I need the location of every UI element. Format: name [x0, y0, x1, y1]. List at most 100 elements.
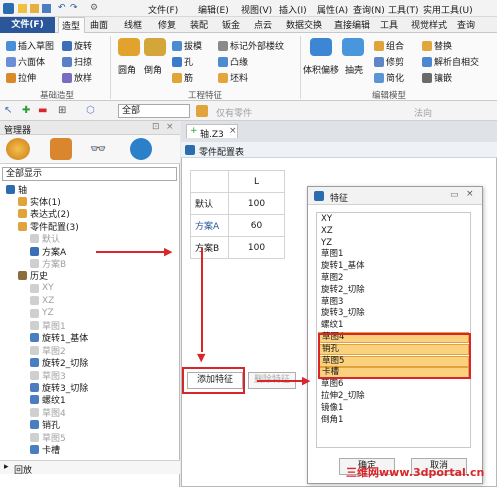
- tree-item[interactable]: 销孔: [30, 419, 60, 431]
- undo-icon[interactable]: ↶: [58, 3, 66, 13]
- pick-cursor-icon[interactable]: ↖: [4, 105, 12, 116]
- menu-query[interactable]: 查询(N): [353, 3, 385, 16]
- restore-icon[interactable]: ▭: [450, 190, 459, 200]
- tree-item[interactable]: 表达式(2): [18, 208, 70, 220]
- volume-offset-icon[interactable]: [310, 38, 332, 56]
- fillet-label[interactable]: 圆角: [118, 63, 136, 76]
- trim-button[interactable]: 修剪: [374, 55, 404, 68]
- menu-file[interactable]: 文件(F): [148, 3, 178, 16]
- menu-insert[interactable]: 插入(I): [279, 3, 307, 16]
- manager-filter-combo[interactable]: 全部显示: [2, 167, 177, 181]
- new-file-icon[interactable]: [18, 4, 27, 13]
- shell-icon[interactable]: [342, 38, 364, 56]
- combine-button[interactable]: 组合: [374, 39, 404, 52]
- tree-item[interactable]: YZ: [30, 307, 54, 319]
- close-icon[interactable]: ×: [466, 189, 474, 199]
- inlay-button[interactable]: 镶嵌: [422, 71, 452, 84]
- save-icon[interactable]: [42, 4, 51, 13]
- tab-data-exchange[interactable]: 数据交换: [286, 18, 322, 31]
- tree-item[interactable]: 卡槽: [30, 443, 60, 456]
- resolve-self-intersect-button[interactable]: 解析自相交: [422, 55, 479, 68]
- redo-icon[interactable]: ↷: [70, 3, 78, 13]
- rib-button[interactable]: 筋: [172, 71, 193, 84]
- normal-label[interactable]: 法向: [414, 106, 432, 119]
- chamfer-icon[interactable]: [144, 38, 166, 56]
- external-thread-button[interactable]: 标记外部楼纹: [218, 39, 284, 52]
- tab-visual-style[interactable]: 视觉样式: [411, 18, 447, 31]
- doc-close-icon[interactable]: ×: [229, 126, 237, 136]
- flange-button[interactable]: 凸缘: [218, 55, 248, 68]
- tree-item[interactable]: 轴: [6, 183, 27, 196]
- file-tab[interactable]: 文件(F): [0, 17, 55, 33]
- tree-item[interactable]: 历史: [18, 270, 48, 282]
- feature-list-item[interactable]: 草图1: [318, 249, 469, 260]
- hexahedron-button[interactable]: 六面体: [6, 55, 45, 68]
- revolve-button[interactable]: 旋转: [62, 39, 92, 52]
- menu-edit[interactable]: 编辑(E): [198, 3, 229, 16]
- row-value[interactable]: 100: [228, 192, 285, 215]
- tab-repair[interactable]: 修复: [158, 18, 176, 31]
- tree-item[interactable]: 螺纹1: [30, 394, 66, 406]
- draft-button[interactable]: 拔模: [172, 39, 202, 52]
- feature-list-item[interactable]: 倒角1: [318, 415, 469, 426]
- tab-wireframe[interactable]: 线框: [124, 18, 142, 31]
- tree-item[interactable]: 旋转1_基体: [30, 332, 88, 344]
- pin-icon[interactable]: ⊡: [152, 122, 160, 132]
- tree-item[interactable]: 方案A: [30, 245, 66, 258]
- feature-list-item[interactable]: YZ: [318, 238, 469, 249]
- insert-sketch-button[interactable]: 插入草图: [6, 39, 54, 52]
- feature-list-item[interactable]: 草图3: [318, 297, 469, 308]
- shell-label[interactable]: 抽壳: [345, 63, 363, 76]
- tab-surface[interactable]: 曲面: [90, 18, 108, 31]
- menu-attribute[interactable]: 属性(A): [317, 3, 348, 16]
- sweep-button[interactable]: 扫掠: [62, 55, 92, 68]
- row-value[interactable]: 60: [228, 214, 285, 237]
- extrude-button[interactable]: 拉伸: [6, 71, 36, 84]
- tree-item[interactable]: 实体(1): [18, 195, 61, 208]
- feature-list-item[interactable]: 旋转3_切除: [318, 308, 469, 319]
- stamp-icon[interactable]: [50, 138, 72, 160]
- feature-list-item[interactable]: 旋转1_基体: [318, 261, 469, 272]
- add-icon[interactable]: ✚: [22, 105, 30, 116]
- feature-list-item[interactable]: 旋转2_切除: [318, 285, 469, 296]
- tree-item[interactable]: XZ: [30, 295, 54, 307]
- tab-assembly[interactable]: 装配: [190, 18, 208, 31]
- fillet-icon[interactable]: [118, 38, 140, 56]
- tree-item[interactable]: 草图4: [30, 406, 66, 419]
- tab-sheetmetal[interactable]: 钣金: [222, 18, 240, 31]
- tab-query[interactable]: 查询: [457, 18, 475, 31]
- simplify-button[interactable]: 简化: [374, 71, 404, 84]
- tree-item[interactable]: XY: [30, 282, 54, 294]
- parts-only-label[interactable]: 仅有零件: [216, 106, 252, 119]
- shape-filter-icon[interactable]: ⬡: [86, 105, 95, 116]
- feature-list-item[interactable]: 草图2: [318, 273, 469, 284]
- playback-label[interactable]: 回放: [14, 463, 32, 476]
- tab-tools[interactable]: 工具: [380, 18, 398, 31]
- settings-gear-icon[interactable]: ⚙: [90, 3, 98, 13]
- expand-icon[interactable]: ▸: [4, 462, 9, 472]
- row-name[interactable]: 默认: [190, 192, 229, 215]
- remove-icon[interactable]: ▬: [38, 105, 47, 116]
- palette-icon[interactable]: [6, 138, 30, 160]
- filter-combo[interactable]: 全部: [118, 104, 190, 118]
- volume-offset-label[interactable]: 体积偏移: [303, 63, 339, 76]
- tab-pointcloud[interactable]: 点云: [254, 18, 272, 31]
- row-value[interactable]: 100: [228, 236, 285, 259]
- tree-item[interactable]: 草图1: [30, 319, 66, 332]
- feature-list-item[interactable]: 镜像1: [318, 403, 469, 414]
- tree-item[interactable]: 默认: [30, 233, 60, 245]
- tree-item[interactable]: 零件配置(3): [18, 220, 79, 233]
- hole-button[interactable]: 孔: [172, 55, 193, 68]
- menu-view[interactable]: 视图(V): [241, 3, 272, 16]
- feature-list-item[interactable]: XZ: [318, 226, 469, 237]
- chamfer-label[interactable]: 倒角: [144, 63, 162, 76]
- feature-list-item[interactable]: 草图6: [318, 379, 469, 390]
- tree-item[interactable]: 草图3: [30, 369, 66, 382]
- tab-direct-edit[interactable]: 直接编辑: [334, 18, 370, 31]
- feature-list-item[interactable]: XY: [318, 214, 469, 225]
- tree-item[interactable]: 方案B: [30, 257, 66, 270]
- row-name[interactable]: 方案A: [190, 214, 229, 237]
- blank-button[interactable]: 坯料: [218, 71, 248, 84]
- close-icon[interactable]: ×: [166, 122, 174, 132]
- replace-button[interactable]: 替换: [422, 39, 452, 52]
